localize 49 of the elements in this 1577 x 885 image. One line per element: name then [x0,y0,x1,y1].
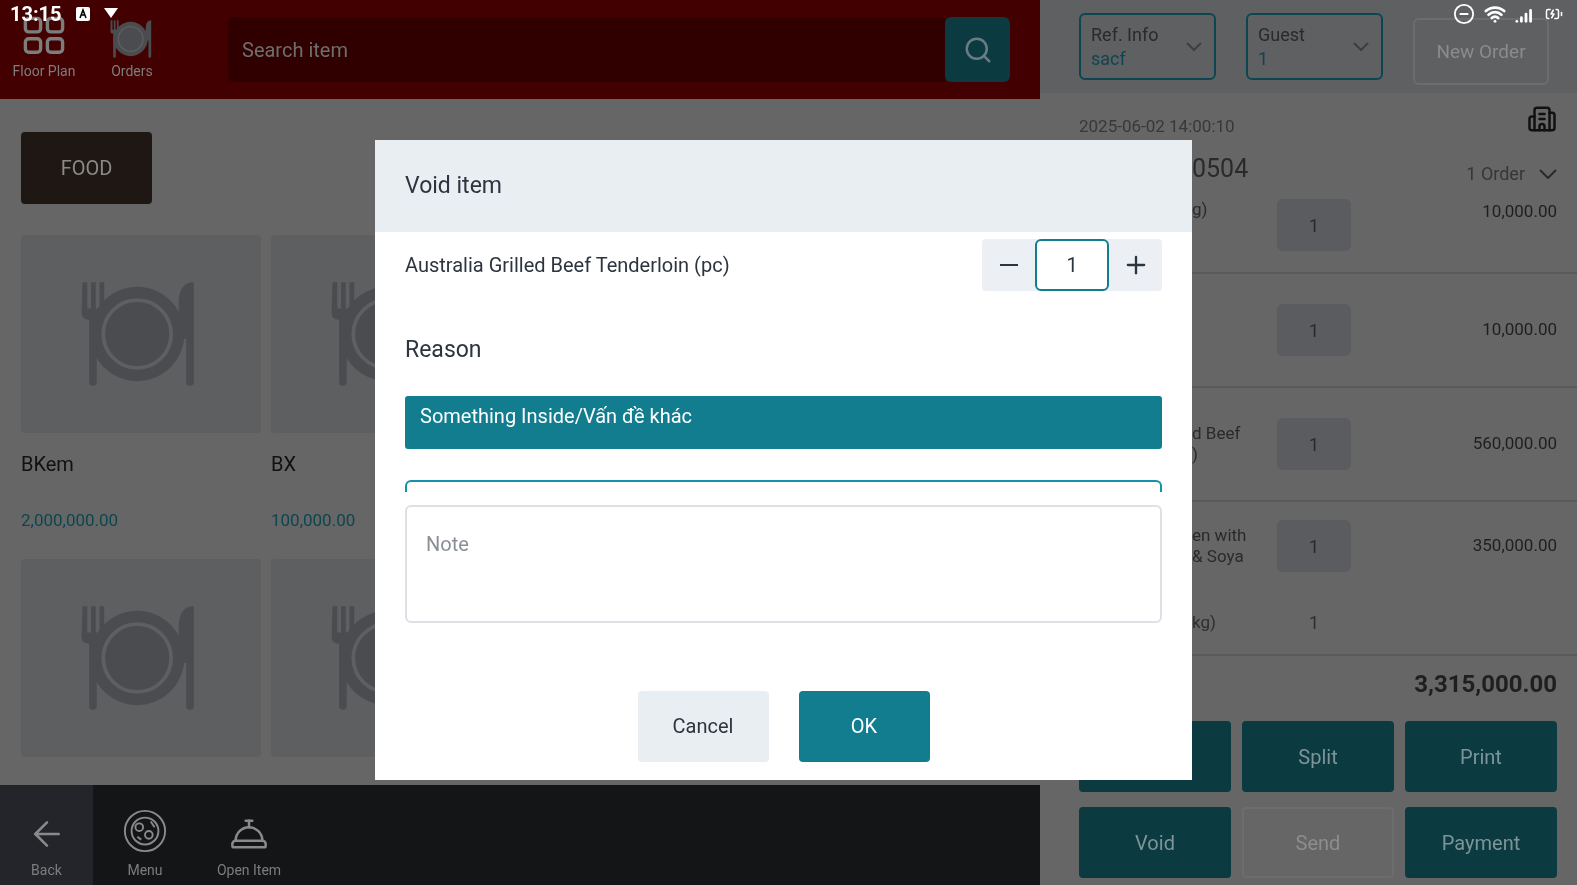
line-price: 10,000.00 [1482,200,1557,223]
reason-option[interactable] [405,479,1162,492]
search-field[interactable]: Search item [228,17,945,82]
nav-button[interactable]: Orders [88,3,176,96]
search-button[interactable] [945,17,1010,82]
item-name: BKem [21,452,75,476]
bottom-nav-button[interactable]: Back [0,785,93,885]
bottom-nav-button[interactable]: Menu [93,785,197,885]
note-field[interactable]: Note [405,504,1162,623]
dialog-button[interactable]: OK [798,690,930,762]
wifi-icon [1483,3,1507,25]
item-name: g) [1192,199,1209,220]
plate-icon [122,808,168,854]
item-tile[interactable] [21,559,261,757]
quantity-field[interactable]: 1 [1035,239,1109,291]
reason-option[interactable]: Something Inside/Vấn đề khác [405,395,1162,449]
line-price: 560,000.00 [1472,432,1557,456]
bottom-nav-button[interactable]: Open Item [197,785,301,885]
item-name: kg) [1192,611,1217,633]
item-price: 100,000.00 [271,509,356,531]
action-button[interactable]: Split [1242,721,1394,792]
dropdown[interactable]: Guest 1 [1246,13,1383,80]
item-price: 2,000,000.00 [21,509,119,531]
minus-icon [999,264,1018,266]
chevron-icon [1539,168,1557,179]
line-price: 350,000.00 [1472,534,1557,558]
status-time: 13:15 [10,1,62,28]
item-tile[interactable] [21,235,261,433]
quantity-text: 1 [1307,610,1321,635]
line-price: 10,000.00 [1482,318,1557,342]
action-button[interactable]: Print [1405,721,1557,792]
item-name: & Soya [1192,546,1245,567]
item-name: ) [1192,444,1199,465]
item-name: d Beef [1192,423,1242,444]
dropdown[interactable]: Ref. Info sacf [1079,13,1216,80]
item-name: Australia Grilled Beef Tenderloin (pc) [405,252,730,279]
action-button[interactable]: Void [1079,807,1231,878]
dialog-button[interactable]: Cancel [637,690,769,762]
category-tab[interactable]: FOOD [21,132,152,204]
order-total: 3,315,000.00 [1414,669,1557,700]
do-not-disturb-icon [1453,3,1475,25]
item-name: en with [1192,525,1248,546]
item-name: BX [271,452,297,476]
chevron-icon [1353,42,1369,51]
action-button[interactable]: Payment [1405,807,1557,878]
chevron-icon [1186,42,1202,51]
reason-label: Reason [404,335,483,365]
dialog-title: Void item [405,170,502,201]
order-number: 0504 [1192,152,1249,185]
